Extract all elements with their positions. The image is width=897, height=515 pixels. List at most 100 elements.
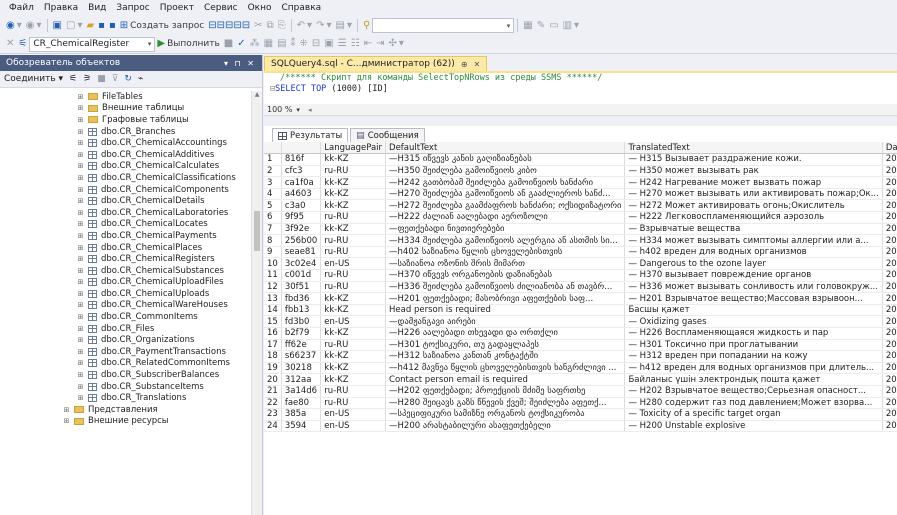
table-cell[interactable]: — H242 Нагревание может вызвать пожар	[624, 176, 883, 189]
table-cell[interactable]: 2021	[882, 211, 897, 224]
new-file-button[interactable]: ▢ ▾	[64, 18, 84, 33]
table-row[interactable]: 24 3594 en-US —H200 არასტაბილური ასაფეთქებე…	[264, 420, 897, 433]
row-number[interactable]: 3	[264, 176, 282, 189]
table-cell[interactable]: —H312 საზიანოა კანთან კონტაქტში	[385, 350, 626, 363]
table-cell[interactable]: Байланыс үшін электрондық пошта қажет	[624, 373, 883, 386]
table-cell[interactable]: Басшы қажет	[624, 304, 883, 317]
table-row[interactable]: 21 3a14d6 ru-RU —H202 ფეთქებადი; პროექციის …	[264, 385, 897, 398]
table-row[interactable]: 22 fae80 ru-RU —H280 შეიცავს გაზს წნევის ქვ…	[264, 397, 897, 410]
table-cell[interactable]: 2021	[882, 350, 897, 363]
tree-node[interactable]: ⊞ dbo.CR_Files	[0, 323, 250, 335]
table-cell[interactable]: kk-KZ	[320, 292, 387, 305]
expand-icon[interactable]: ⊞	[62, 406, 71, 414]
table-cell[interactable]: fbb13	[281, 304, 322, 317]
uncomment-button[interactable]: ☷	[349, 37, 362, 52]
tree-node[interactable]: ⊞ dbo.CR_SubscriberBalances	[0, 369, 250, 381]
menu-item[interactable]: Проект	[155, 3, 199, 13]
expand-icon[interactable]: ⊞	[76, 383, 85, 391]
forward-button[interactable]: ◉ ▾	[24, 18, 44, 33]
query-options-button[interactable]: ⁑	[289, 37, 298, 52]
row-number[interactable]: 5	[264, 199, 282, 213]
table-cell[interactable]: — Toxicity of a specific target organ	[624, 408, 883, 421]
expand-icon[interactable]: ⊞	[76, 359, 85, 367]
table-cell[interactable]: —H334 შეიძლება გამოიწვიოს ალერგია ან ასთ…	[385, 234, 626, 247]
table-cell[interactable]: — H201 Взрывчатое вещество;Массовая взры…	[624, 292, 883, 305]
table-cell[interactable]: ru-RU	[320, 269, 387, 282]
expand-icon[interactable]: ⊞	[76, 336, 85, 344]
tree-node[interactable]: ⊞ FileTables	[0, 91, 250, 103]
table-cell[interactable]: —H301 ტოქსიკური, თუ გადაყლაპეს	[385, 339, 626, 352]
column-header[interactable]	[281, 142, 322, 155]
tree-node[interactable]: ⊞ dbo.CR_ChemicalPlaces	[0, 242, 250, 254]
expand-icon[interactable]: ⊞	[76, 301, 85, 309]
table-cell[interactable]: kk-KZ	[320, 350, 387, 363]
activity-monitor-icon[interactable]: ⌁	[138, 74, 143, 84]
expand-icon[interactable]: ⊞	[76, 325, 85, 333]
row-number[interactable]: 15	[264, 315, 282, 328]
expand-icon[interactable]: ⊞	[76, 371, 85, 379]
menu-item[interactable]: Запрос	[111, 3, 154, 13]
table-cell[interactable]: —h412 მავნეა წყლის ცხოველებისთვის ხანგრძ…	[385, 362, 626, 375]
column-header[interactable]	[264, 142, 282, 155]
row-number[interactable]: 23	[264, 408, 282, 421]
paste-button[interactable]: ⎘	[276, 18, 288, 33]
row-number[interactable]: 10	[264, 257, 282, 271]
object-explorer-scrollbar[interactable]: ▲	[251, 91, 262, 515]
undo-button[interactable]: ↶ ▾	[295, 18, 314, 33]
row-number[interactable]: 7	[264, 223, 282, 236]
table-cell[interactable]: —H350 შეიძლება გამოიწვიოს კიბო	[385, 165, 626, 178]
table-cell[interactable]: 2021	[882, 257, 897, 271]
table-cell[interactable]: Head person is required	[385, 304, 626, 317]
results-grid[interactable]: LanguagePairDefaultTextTranslatedTextDat…	[264, 142, 897, 515]
table-cell[interactable]: 2021	[882, 362, 897, 375]
row-number[interactable]: 2	[264, 165, 282, 178]
table-cell[interactable]: ff62e	[281, 339, 322, 352]
menu-item[interactable]: Окно	[243, 3, 277, 13]
row-number[interactable]: 12	[264, 281, 282, 294]
tree-node[interactable]: ⊞ dbo.CR_Organizations	[0, 334, 250, 346]
menu-item[interactable]: Сервис	[199, 3, 243, 13]
row-number[interactable]: 9	[264, 246, 282, 259]
table-cell[interactable]: ru-RU	[320, 211, 387, 224]
row-number[interactable]: 4	[264, 188, 282, 201]
row-number[interactable]: 20	[264, 373, 282, 386]
table-cell[interactable]: en-US	[320, 408, 387, 421]
table-cell[interactable]: — H370 вызывает повреждение органов	[624, 269, 883, 282]
column-header[interactable]: TranslatedText	[624, 142, 883, 155]
table-cell[interactable]: —H200 არასტაბილური ასაფეთქებელი	[385, 420, 626, 433]
scroll-left-icon[interactable]: ◂	[308, 106, 312, 114]
table-cell[interactable]: en-US	[320, 420, 387, 433]
expand-icon[interactable]: ⊞	[76, 197, 85, 205]
table-cell[interactable]: — H312 вреден при попадании на кожу	[624, 350, 883, 363]
tree-node[interactable]: ⊞ dbo.CR_ChemicalClassifications	[0, 172, 250, 184]
table-row[interactable]: 16 b2f79 kk-KZ —H226 აალებადი თხევადი და ორ…	[264, 327, 897, 340]
table-cell[interactable]: fd3b0	[281, 315, 322, 328]
expand-icon[interactable]: ⊞	[76, 348, 85, 356]
row-number[interactable]: 8	[264, 234, 282, 247]
table-cell[interactable]: 30218	[281, 362, 322, 375]
expand-icon[interactable]: ⊞	[76, 244, 85, 252]
tree-node[interactable]: ⊞ dbo.CR_Translations	[0, 392, 250, 404]
table-cell[interactable]: ru-RU	[320, 281, 387, 294]
table-cell[interactable]: — Dangerous to the ozone layer	[624, 257, 883, 271]
expand-icon[interactable]: ⊞	[76, 394, 85, 402]
table-row[interactable]: 18 s66237 kk-KZ —H312 საზიანოა კანთან კონტა…	[264, 350, 897, 363]
row-number[interactable]: 6	[264, 211, 282, 224]
expand-icon[interactable]: ⊞	[62, 417, 71, 425]
include-plan-button[interactable]: ⁜	[298, 37, 310, 52]
table-cell[interactable]: en-US	[320, 315, 387, 328]
tree-node[interactable]: ⊞ dbo.CR_PaymentTransactions	[0, 346, 250, 358]
cut-button[interactable]: ✂	[252, 18, 264, 33]
row-number[interactable]: 22	[264, 397, 282, 410]
specify-values-button[interactable]: ✣ ▾	[386, 37, 405, 52]
expand-icon[interactable]: ⊞	[76, 186, 85, 194]
connect-icon[interactable]: ⚟	[69, 74, 77, 84]
table-cell[interactable]: kk-KZ	[320, 362, 387, 375]
tree-node[interactable]: ⊞ dbo.CR_ChemicalCalculates	[0, 161, 250, 173]
table-cell[interactable]: 312aa	[281, 373, 322, 386]
table-cell[interactable]: 2021	[882, 327, 897, 340]
table-cell[interactable]: 2021	[882, 199, 897, 213]
table-cell[interactable]: — H336 может вызывать сонливость или гол…	[624, 281, 883, 294]
row-number[interactable]: 14	[264, 304, 282, 317]
table-cell[interactable]: 385a	[281, 408, 322, 421]
